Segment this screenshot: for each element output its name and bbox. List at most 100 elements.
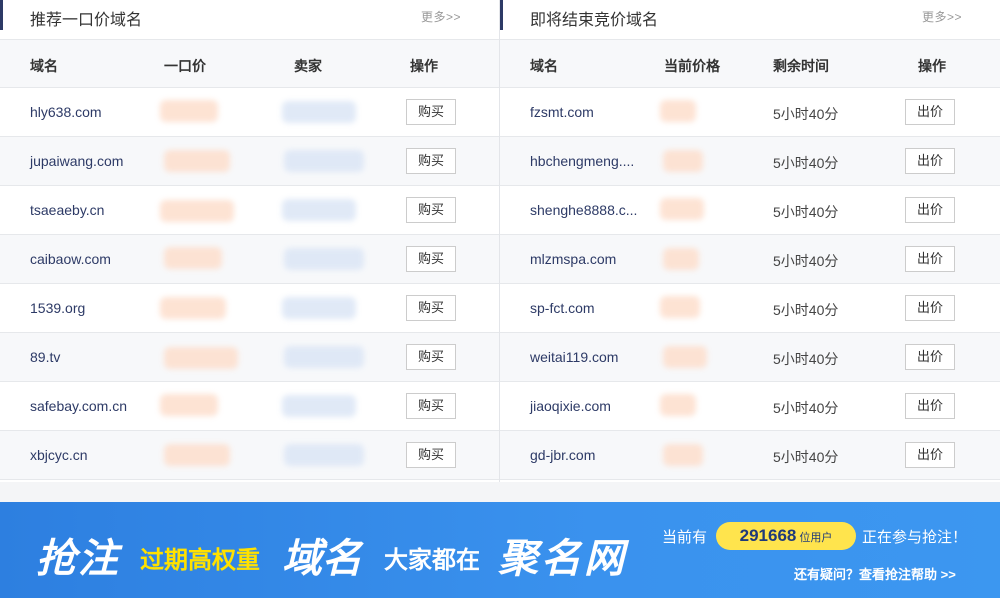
- bid-button[interactable]: 出价: [905, 344, 955, 370]
- col-remaining-time: 剩余时间: [773, 58, 829, 74]
- domain-link[interactable]: caibaow.com: [30, 251, 111, 267]
- auction-panel: 即将结束竞价域名 更多>> 域名 当前价格 剩余时间 操作 fzsmt.com 5…: [500, 0, 1000, 482]
- price-redacted: [663, 248, 699, 270]
- price-redacted: [660, 296, 700, 318]
- col-domain: 域名: [30, 58, 58, 74]
- domain-link[interactable]: xbjcyc.cn: [30, 447, 88, 463]
- fixed-price-header: 推荐一口价域名 更多>>: [0, 0, 499, 40]
- fixed-price-table-header: 域名 一口价 卖家 操作: [0, 40, 499, 88]
- table-row: 89.tv 购买: [0, 333, 499, 382]
- domain-link[interactable]: jupaiwang.com: [30, 153, 123, 169]
- panels: 推荐一口价域名 更多>> 域名 一口价 卖家 操作 hly638.com 购买 ju…: [0, 0, 1000, 482]
- price-redacted: [660, 100, 696, 122]
- price-redacted: [160, 297, 226, 319]
- remaining-time: 5小时40分: [773, 253, 839, 269]
- remaining-time: 5小时40分: [773, 351, 839, 367]
- user-count-unit: 位用户: [799, 532, 833, 544]
- seller-redacted: [284, 150, 364, 172]
- price-redacted: [164, 444, 230, 466]
- seller-redacted: [282, 101, 356, 123]
- remaining-time: 5小时40分: [773, 400, 839, 416]
- bid-button[interactable]: 出价: [905, 442, 955, 468]
- fixed-price-panel: 推荐一口价域名 更多>> 域名 一口价 卖家 操作 hly638.com 购买 ju…: [0, 0, 500, 482]
- domain-link[interactable]: weitai119.com: [530, 349, 618, 365]
- col-action: 操作: [918, 58, 946, 74]
- auction-header: 即将结束竞价域名 更多>>: [500, 0, 1000, 40]
- banner-word-expired: 过期高权重: [140, 547, 260, 574]
- remaining-time: 5小时40分: [773, 449, 839, 465]
- table-row: 1539.org 购买: [0, 284, 499, 333]
- table-row: fzsmt.com 5小时40分 出价: [500, 88, 1000, 137]
- table-row: sp-fct.com 5小时40分 出价: [500, 284, 1000, 333]
- col-price: 一口价: [164, 58, 206, 74]
- banner-word-everyone: 大家都在: [384, 547, 480, 574]
- auction-title: 即将结束竞价域名: [530, 12, 659, 29]
- price-redacted: [160, 200, 234, 222]
- remaining-time: 5小时40分: [773, 155, 839, 171]
- table-row: jiaoqixie.com 5小时40分 出价: [500, 382, 1000, 431]
- seller-redacted: [282, 297, 356, 319]
- buy-button[interactable]: 购买: [406, 344, 456, 370]
- bid-button[interactable]: 出价: [905, 148, 955, 174]
- buy-button[interactable]: 购买: [406, 197, 456, 223]
- price-redacted: [164, 247, 222, 269]
- price-redacted: [160, 100, 218, 122]
- domain-link[interactable]: jiaoqixie.com: [530, 398, 611, 414]
- fixed-price-more-link[interactable]: 更多>>: [421, 8, 461, 25]
- remaining-time: 5小时40分: [773, 106, 839, 122]
- domain-link[interactable]: gd-jbr.com: [530, 447, 595, 463]
- domain-link[interactable]: safebay.com.cn: [30, 398, 127, 414]
- buy-button[interactable]: 购买: [406, 393, 456, 419]
- buy-button[interactable]: 购买: [406, 295, 456, 321]
- table-row: xbjcyc.cn 购买: [0, 431, 499, 480]
- buy-button[interactable]: 购买: [406, 99, 456, 125]
- buy-button[interactable]: 购买: [406, 246, 456, 272]
- domain-link[interactable]: 1539.org: [30, 300, 85, 316]
- bid-button[interactable]: 出价: [905, 246, 955, 272]
- seller-redacted: [282, 199, 356, 221]
- bid-button[interactable]: 出价: [905, 393, 955, 419]
- table-row: weitai119.com 5小时40分 出价: [500, 333, 1000, 382]
- banner-suffix: 正在参与抢注！: [862, 529, 968, 546]
- table-row: mlzmspa.com 5小时40分 出价: [500, 235, 1000, 284]
- domain-link[interactable]: hly638.com: [30, 104, 102, 120]
- domain-link[interactable]: fzsmt.com: [530, 104, 594, 120]
- table-row: hbchengmeng.... 5小时40分 出价: [500, 137, 1000, 186]
- buy-button[interactable]: 购买: [406, 442, 456, 468]
- col-action: 操作: [410, 58, 438, 74]
- help-link[interactable]: 还有疑问？查看抢注帮助 >>: [794, 564, 956, 583]
- banner-prefix: 当前有: [662, 529, 708, 546]
- domain-link[interactable]: hbchengmeng....: [530, 153, 634, 169]
- domain-link[interactable]: 89.tv: [30, 349, 60, 365]
- domain-link[interactable]: mlzmspa.com: [530, 251, 616, 267]
- bid-button[interactable]: 出价: [905, 99, 955, 125]
- header-accent-bar: [0, 0, 3, 30]
- table-row: hly638.com 购买: [0, 88, 499, 137]
- table-row: caibaow.com 购买: [0, 235, 499, 284]
- price-redacted: [160, 394, 218, 416]
- col-seller: 卖家: [294, 58, 322, 74]
- seller-redacted: [284, 444, 364, 466]
- col-current-price: 当前价格: [664, 58, 720, 74]
- price-redacted: [663, 346, 707, 368]
- price-redacted: [663, 150, 703, 172]
- table-row: shenghe8888.c... 5小时40分 出价: [500, 186, 1000, 235]
- price-redacted: [660, 394, 696, 416]
- seller-redacted: [284, 248, 364, 270]
- bid-button[interactable]: 出价: [905, 295, 955, 321]
- remaining-time: 5小时40分: [773, 204, 839, 220]
- auction-more-link[interactable]: 更多>>: [922, 8, 962, 25]
- user-count: 291668: [739, 526, 797, 545]
- bid-button[interactable]: 出价: [905, 197, 955, 223]
- user-count-badge: 291668 位用户: [716, 522, 856, 550]
- table-row: gd-jbr.com 5小时40分 出价: [500, 431, 1000, 480]
- price-redacted: [164, 150, 230, 172]
- table-row: safebay.com.cn 购买: [0, 382, 499, 431]
- domain-link[interactable]: sp-fct.com: [530, 300, 595, 316]
- domain-link[interactable]: shenghe8888.c...: [530, 202, 637, 218]
- domain-link[interactable]: tsaeaeby.cn: [30, 202, 104, 218]
- promo-banner[interactable]: 抢注 过期高权重 域名 大家都在 聚名网 当前有 291668 位用户 正在参与抢…: [0, 502, 1000, 598]
- buy-button[interactable]: 购买: [406, 148, 456, 174]
- banner-word-grab: 抢注: [36, 535, 120, 582]
- col-domain: 域名: [530, 58, 558, 74]
